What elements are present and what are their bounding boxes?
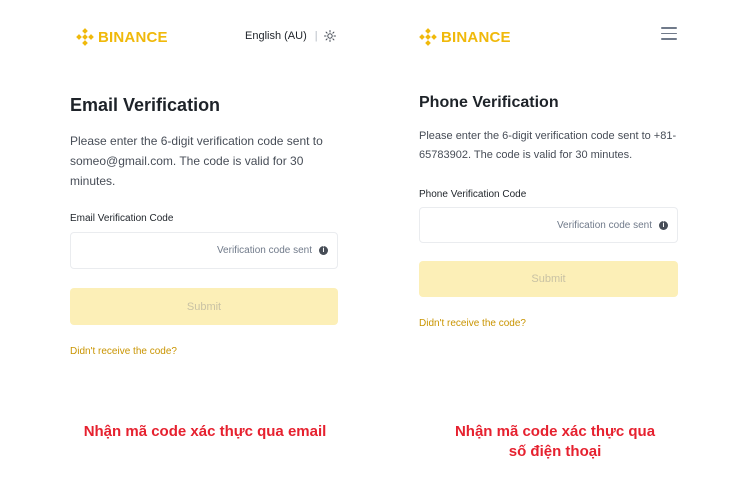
caption-phone-line1: Nhận mã code xác thực qua [454, 423, 656, 440]
caption-phone: Nhận mã code xác thực qua số điện thoại [405, 422, 705, 462]
field-label: Phone Verification Code [419, 189, 527, 200]
field-label: Email Verification Code [70, 213, 174, 224]
resend-code-link[interactable]: Didn't receive the code? [419, 318, 526, 329]
instruction-text: Please enter the 6-digit verification co… [419, 130, 677, 161]
binance-logo[interactable]: BINANCE [419, 28, 511, 46]
divider: | [314, 30, 318, 42]
submit-button[interactable]: Submit [419, 261, 678, 297]
language-selector[interactable]: English (AU) | [245, 30, 336, 42]
hamburger-menu-icon[interactable] [661, 27, 677, 40]
resend-code-link[interactable]: Didn't receive the code? [70, 346, 177, 357]
instruction-text: Please enter the 6-digit verification co… [70, 134, 323, 188]
theme-sun-icon[interactable] [323, 30, 336, 42]
binance-logo[interactable]: BINANCE [76, 28, 168, 46]
info-icon[interactable]: i [659, 220, 668, 230]
submit-button[interactable]: Submit [70, 288, 338, 325]
email-code-input[interactable]: Verification code sent i [70, 232, 338, 269]
caption-phone-line2: số điện thoại [508, 443, 602, 460]
page-title: Phone Verification [419, 94, 559, 111]
caption-email: Nhận mã code xác thực qua email [83, 423, 327, 440]
binance-logo-icon [76, 28, 94, 46]
phone-code-input[interactable]: Verification code sent i [419, 207, 678, 243]
logo-text: BINANCE [98, 28, 168, 46]
logo-text: BINANCE [441, 28, 511, 46]
language-label[interactable]: English (AU) [245, 30, 307, 42]
binance-logo-icon [419, 28, 437, 46]
input-status-text: Verification code sent [556, 219, 652, 231]
info-icon[interactable]: i [319, 246, 328, 255]
input-status-text: Verification code sent [216, 245, 312, 256]
page-title: Email Verification [70, 95, 221, 115]
